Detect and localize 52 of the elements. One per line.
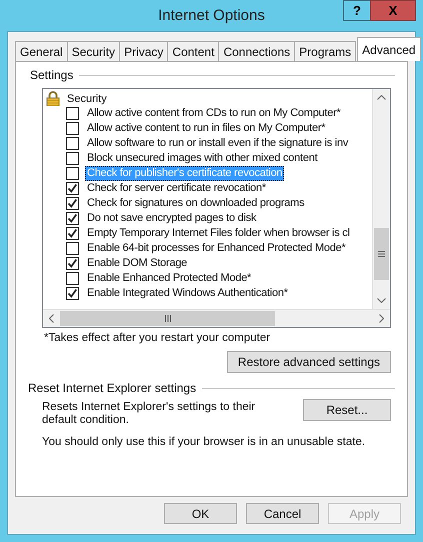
dialog-button[interactable]: Cancel: [246, 503, 319, 524]
checkbox[interactable]: [66, 182, 79, 195]
warning-text: You should only use this if your browser is in an unusable state.: [42, 436, 366, 448]
close-button[interactable]: X: [370, 0, 416, 21]
option-label[interactable]: Allow software to run or install even if the signature is inv: [85, 136, 350, 151]
grip-icon: [378, 251, 385, 257]
checkbox[interactable]: [66, 167, 79, 180]
window-title: Internet Options: [158, 7, 265, 24]
group-title: Reset Internet Explorer settings: [28, 381, 196, 395]
tab[interactable]: Advanced: [357, 37, 421, 61]
footnote-text: *Takes effect after you restart your computer: [44, 332, 272, 344]
tab[interactable]: Programs: [294, 41, 356, 61]
checkbox[interactable]: [66, 152, 79, 165]
option-label[interactable]: Check for server certificate revocation*: [85, 181, 268, 196]
option-label[interactable]: Block unsecured images with other mixed content: [85, 151, 320, 166]
option-label[interactable]: Enable Integrated Windows Authentication*: [85, 286, 290, 301]
padlock-icon: [46, 91, 60, 106]
option-label[interactable]: Do not save encrypted pages to disk: [85, 211, 258, 226]
checkbox[interactable]: [66, 227, 79, 240]
grip-icon: [164, 315, 170, 322]
dialog-button[interactable]: OK: [164, 503, 237, 524]
group-title: Settings: [30, 68, 74, 82]
tab[interactable]: Security: [66, 41, 120, 61]
tab[interactable]: Privacy: [119, 41, 168, 61]
scroll-left-icon[interactable]: [49, 314, 54, 323]
scroll-up-icon[interactable]: [377, 95, 386, 100]
reset-button[interactable]: Reset...: [303, 399, 391, 421]
checkbox[interactable]: [66, 107, 79, 120]
option-label[interactable]: Allow active content from CDs to run on My Computer*: [85, 106, 343, 121]
option-label[interactable]: Check for signatures on downloaded programs: [85, 196, 306, 211]
checkbox[interactable]: [66, 122, 79, 135]
checkbox[interactable]: [66, 257, 79, 270]
checkbox[interactable]: [66, 287, 79, 300]
restore-advanced-settings-button[interactable]: Restore advanced settings: [226, 351, 391, 373]
category-label: Security: [67, 92, 107, 104]
option-label[interactable]: Enable 64-bit processes for Enhanced Protected Mode*: [85, 241, 348, 256]
description-text: Resets Internet Explorer's settings to their default condition.: [42, 401, 256, 427]
tab[interactable]: General: [15, 41, 68, 61]
checkbox[interactable]: [66, 272, 79, 285]
checkbox[interactable]: [66, 212, 79, 225]
checkbox[interactable]: [66, 242, 79, 255]
scroll-right-icon[interactable]: [379, 314, 384, 323]
option-label[interactable]: Allow active content to run in files on My Computer*: [85, 121, 328, 136]
vertical-scrollbar[interactable]: [372, 89, 390, 309]
help-button[interactable]: ?: [343, 0, 371, 21]
horizontal-scrollbar[interactable]: [43, 309, 390, 327]
checkbox[interactable]: [66, 137, 79, 150]
option-label[interactable]: Empty Temporary Internet Files folder when browser is cl: [85, 226, 352, 241]
option-label[interactable]: Enable DOM Storage: [85, 256, 190, 271]
checkbox[interactable]: [66, 197, 79, 210]
option-label[interactable]: Enable Enhanced Protected Mode*: [85, 271, 254, 286]
scroll-down-icon[interactable]: [377, 298, 386, 303]
